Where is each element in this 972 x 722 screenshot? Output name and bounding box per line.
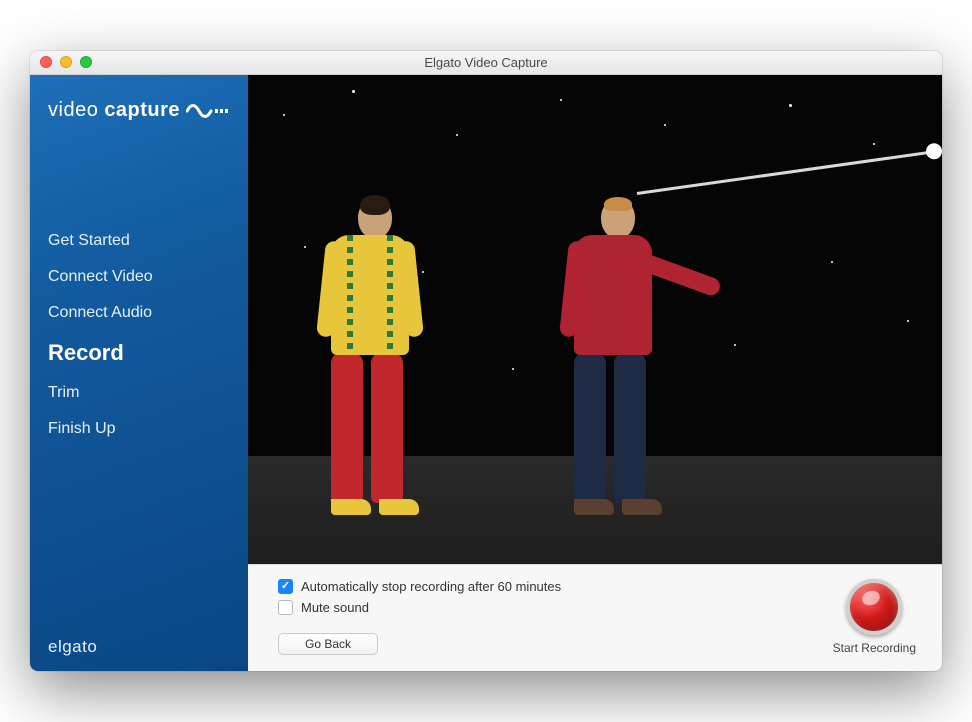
window-body: video capture Get Started Connect Video …	[30, 75, 942, 671]
step-connect-video[interactable]: Connect Video	[48, 268, 230, 286]
preview-figure-right	[574, 199, 662, 515]
minimize-icon[interactable]	[60, 56, 72, 68]
wave-icon	[186, 100, 232, 122]
window-controls	[40, 56, 92, 68]
zoom-icon[interactable]	[80, 56, 92, 68]
logo-word-light: video	[48, 99, 98, 122]
close-icon[interactable]	[40, 56, 52, 68]
mute-checkbox[interactable]	[278, 600, 293, 615]
mute-row: Mute sound	[278, 600, 833, 615]
app-logo: video capture	[48, 99, 230, 122]
mute-label: Mute sound	[301, 600, 369, 615]
auto-stop-checkbox[interactable]	[278, 579, 293, 594]
step-record[interactable]: Record	[48, 340, 230, 366]
start-recording-label: Start Recording	[833, 641, 916, 655]
wizard-steps: Get Started Connect Video Connect Audio …	[48, 232, 230, 438]
preview-figure-left	[331, 199, 419, 515]
auto-stop-row: Automatically stop recording after 60 mi…	[278, 579, 833, 594]
main-panel: Automatically stop recording after 60 mi…	[248, 75, 942, 671]
controls-panel: Automatically stop recording after 60 mi…	[248, 564, 942, 671]
step-trim[interactable]: Trim	[48, 384, 230, 402]
start-recording-button[interactable]	[846, 579, 902, 635]
step-finish-up[interactable]: Finish Up	[48, 420, 230, 438]
titlebar: Elgato Video Capture	[30, 51, 942, 75]
video-preview	[248, 75, 942, 564]
app-window: Elgato Video Capture video capture	[30, 51, 942, 671]
sidebar: video capture Get Started Connect Video …	[30, 75, 248, 671]
window-title: Elgato Video Capture	[424, 55, 547, 70]
preview-prop-stick	[636, 151, 933, 196]
brand-label: elgato	[48, 637, 230, 657]
go-back-button[interactable]: Go Back	[278, 633, 378, 655]
step-connect-audio[interactable]: Connect Audio	[48, 304, 230, 322]
auto-stop-label: Automatically stop recording after 60 mi…	[301, 579, 561, 594]
step-get-started[interactable]: Get Started	[48, 232, 230, 250]
logo-word-bold: capture	[104, 99, 180, 122]
